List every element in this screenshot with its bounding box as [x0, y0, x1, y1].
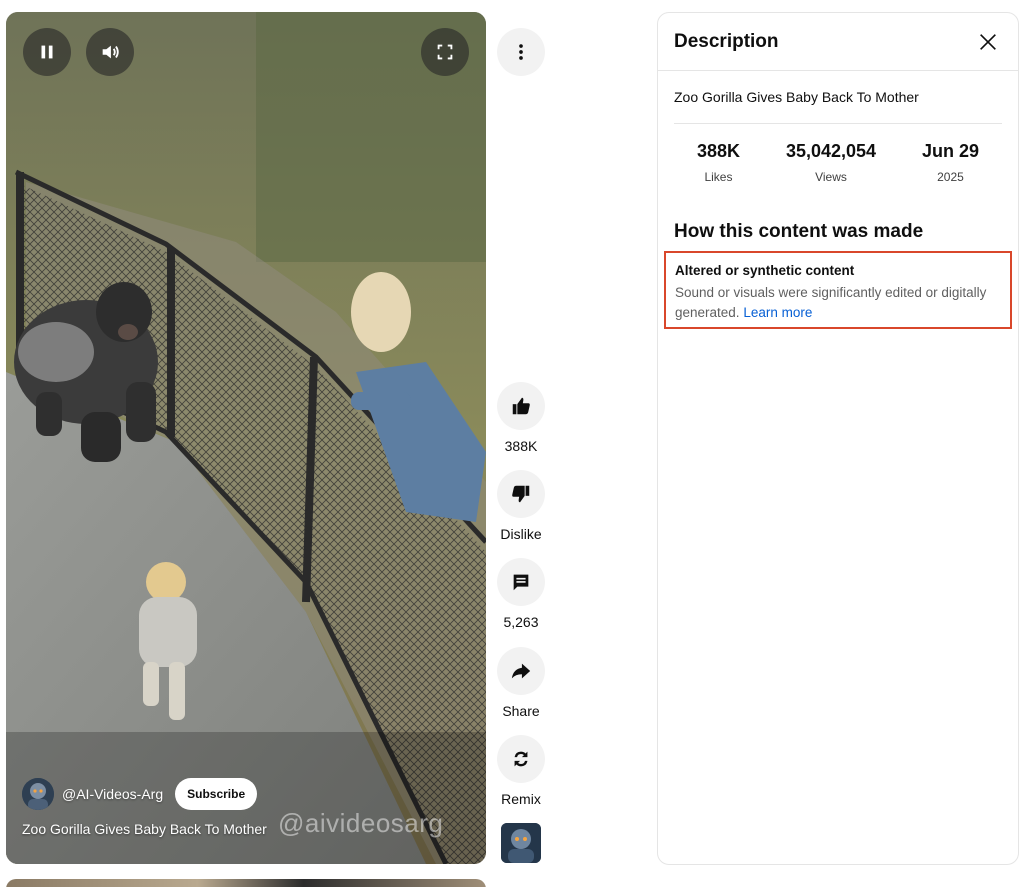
close-button[interactable]: [974, 28, 1002, 56]
more-vert-icon: [519, 44, 523, 60]
channel-avatar[interactable]: [22, 778, 54, 810]
comment-icon: [513, 574, 529, 591]
stat-value: Jun 29: [921, 141, 979, 161]
volume-button[interactable]: [86, 28, 134, 76]
altered-content-title: Altered or synthetic content: [675, 263, 855, 278]
remix-icon: [514, 751, 528, 767]
like-button[interactable]: [497, 382, 545, 430]
like-count: 388K: [504, 438, 538, 454]
video-frame: [6, 12, 486, 864]
stat-value: 35,042,054: [785, 141, 877, 161]
video-title: Zoo Gorilla Gives Baby Back To Mother: [22, 821, 267, 837]
comment-action: 5,263: [492, 558, 550, 630]
stat-date: Jun 29 2025: [922, 141, 979, 184]
panel-title: Description: [674, 30, 779, 52]
altered-content-body: Sound or visuals were significantly edit…: [675, 283, 1007, 323]
share-icon: [511, 663, 531, 679]
altered-content-text: Sound or visuals were significantly edit…: [675, 285, 987, 320]
divider: [674, 123, 1002, 124]
description-panel: Description Zoo Gorilla Gives Baby Back …: [657, 12, 1019, 865]
comment-count: 5,263: [503, 614, 539, 630]
stat-label: Likes: [704, 170, 733, 184]
channel-avatar-thumbnail[interactable]: [501, 823, 541, 863]
fullscreen-icon: [437, 44, 453, 60]
stat-label: 2025: [937, 170, 964, 184]
comment-button[interactable]: [497, 558, 545, 606]
stat-label: Views: [815, 170, 847, 184]
pause-icon: [41, 45, 53, 59]
share-button[interactable]: [497, 647, 545, 695]
channel-name[interactable]: @AI-Videos-Arg: [62, 786, 163, 802]
more-options-button[interactable]: [497, 28, 545, 76]
dislike-button[interactable]: [497, 470, 545, 518]
stat-value: 388K: [696, 141, 740, 161]
volume-icon: [102, 45, 119, 59]
subscribe-button[interactable]: Subscribe: [175, 778, 258, 810]
thumb-up-icon: [512, 397, 530, 415]
stats-row: 388K Likes 35,042,054 Views Jun 29 2025: [674, 141, 1002, 184]
channel-row: @AI-Videos-Arg Subscribe: [22, 778, 258, 810]
remix-label: Remix: [501, 791, 541, 807]
dislike-label: Dislike: [500, 526, 542, 542]
remix-action: Remix: [492, 735, 550, 807]
stat-views: 35,042,054 Views: [786, 141, 876, 184]
close-icon: [980, 33, 996, 50]
learn-more-link[interactable]: Learn more: [743, 305, 812, 320]
fullscreen-button[interactable]: [421, 28, 469, 76]
altered-content-notice: Altered or synthetic content Sound or vi…: [664, 251, 1012, 329]
panel-header: Description: [658, 13, 1018, 71]
next-video-preview[interactable]: [6, 879, 486, 887]
how-content-made-heading: How this content was made: [674, 221, 924, 242]
dislike-action: Dislike: [492, 470, 550, 542]
video-player[interactable]: @AI-Videos-Arg Subscribe Zoo Gorilla Giv…: [6, 12, 486, 864]
description-video-title: Zoo Gorilla Gives Baby Back To Mother: [674, 89, 919, 105]
remix-button[interactable]: [497, 735, 545, 783]
like-action: 388K: [492, 382, 550, 454]
share-label: Share: [502, 703, 540, 719]
stat-likes: 388K Likes: [697, 141, 740, 184]
share-action: Share: [492, 647, 550, 719]
thumb-down-icon: [512, 485, 530, 503]
watermark: @aivideosarg: [278, 808, 444, 838]
pause-button[interactable]: [23, 28, 71, 76]
